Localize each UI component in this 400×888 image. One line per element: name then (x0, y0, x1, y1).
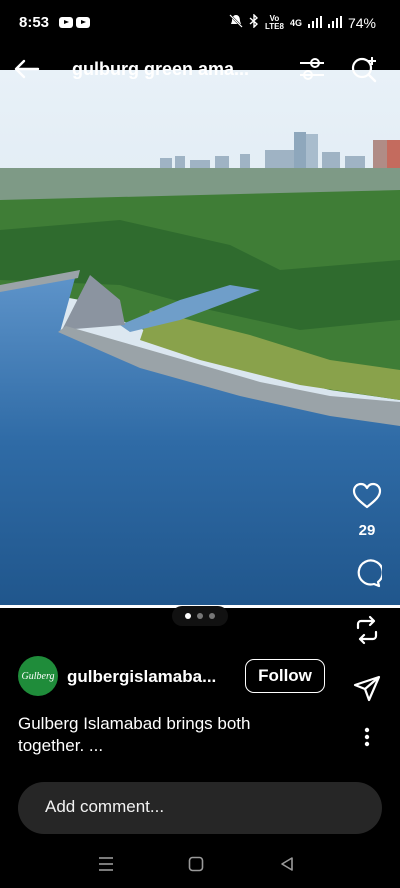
heart-icon (352, 482, 382, 515)
like-count: 29 (358, 522, 376, 539)
carousel-indicator (172, 606, 228, 626)
status-icons: Vo LTE8 4G 74% (229, 13, 376, 31)
more-vertical-icon (364, 727, 370, 752)
add-search-icon (350, 55, 378, 88)
tune-icon (298, 56, 326, 87)
back-triangle-icon (278, 857, 296, 877)
recent-apps-button[interactable] (96, 856, 116, 872)
page-dot-active (185, 613, 191, 619)
comment-button[interactable] (350, 558, 384, 592)
post-title: gulburg green ama... (72, 59, 250, 79)
lte-text: LTE8 (264, 21, 284, 31)
avatar[interactable]: Gulberg (18, 656, 58, 696)
home-button[interactable] (188, 856, 204, 872)
signal-icon (307, 15, 322, 31)
send-icon (352, 674, 382, 709)
recent-apps-icon (96, 857, 116, 876)
comment-placeholder: Add comment... (45, 797, 165, 816)
follow-button[interactable]: Follow (245, 659, 325, 693)
repost-icon (352, 615, 382, 650)
signal-icon (327, 15, 342, 31)
page-dot (209, 613, 215, 619)
like-button[interactable] (350, 481, 384, 515)
network-type: 4G (289, 17, 302, 28)
comment-icon (352, 558, 384, 593)
youtube-notification-icon (76, 17, 90, 28)
post-caption[interactable]: Gulberg Islamabad brings both together. … (18, 713, 318, 757)
bluetooth-icon (249, 13, 259, 31)
page-dot (197, 613, 203, 619)
system-back-button[interactable] (278, 855, 296, 873)
filter-button[interactable] (296, 55, 328, 87)
post-photo[interactable] (0, 70, 400, 606)
status-time: 8:53 (19, 14, 50, 31)
username[interactable]: gulbergislamaba... (67, 667, 232, 687)
repost-button[interactable] (350, 615, 384, 649)
back-button[interactable] (12, 56, 42, 86)
home-icon (188, 856, 204, 876)
add-search-button[interactable] (348, 55, 380, 87)
more-options-button[interactable] (355, 727, 379, 751)
volte-indicator: Vo LTE8 (264, 14, 284, 31)
mute-icon (229, 14, 243, 31)
arrow-left-icon (14, 59, 40, 84)
youtube-notification-icon (59, 17, 73, 28)
battery-text: 74% (347, 14, 376, 31)
share-button[interactable] (350, 674, 384, 708)
